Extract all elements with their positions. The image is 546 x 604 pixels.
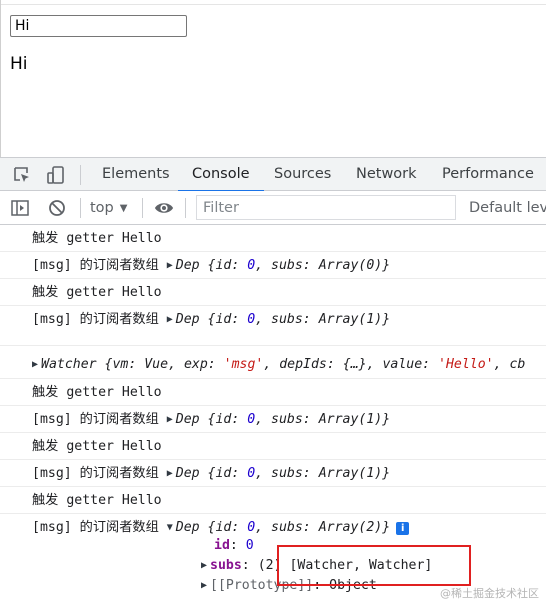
dropdown-caret-icon: ▼ (119, 203, 128, 214)
expand-triangle-icon: ▶ (201, 580, 208, 591)
expand-triangle-icon: ▶ (166, 414, 173, 425)
page-content: Hi (0, 0, 546, 157)
expand-triangle-icon: ▶ (201, 560, 208, 571)
console-message: 触发 getter Hello (0, 379, 546, 406)
log-levels-dropdown[interactable]: Default leve (469, 198, 546, 218)
dep-object[interactable]: ▶ Dep {id: 0, subs: Array(1)} (167, 412, 390, 427)
toolbar-separator (80, 198, 81, 218)
message-label: [msg] 的订阅者数组 (32, 412, 159, 427)
message-text: 触发 getter Hello (32, 231, 162, 246)
dep-object[interactable]: ▶ Dep {id: 0, subs: Array(0)} (167, 258, 390, 273)
console-message: 触发 getter Hello (0, 487, 546, 514)
toolbar-separator (185, 198, 186, 218)
highlight-box (277, 545, 471, 586)
message-text: 触发 getter Hello (32, 493, 162, 508)
tab-elements[interactable]: Elements (102, 158, 170, 191)
console-message: 触发 getter Hello (0, 225, 546, 252)
inspect-element-icon[interactable] (11, 164, 33, 186)
toolbar-separator (142, 198, 143, 218)
live-expression-eye-icon[interactable] (154, 198, 174, 218)
tab-performance[interactable]: Performance (442, 158, 534, 191)
top-divider (1, 4, 546, 5)
prop-id-row: id: 0 (214, 538, 254, 553)
filter-input[interactable] (197, 196, 455, 219)
message-label: [msg] 的订阅者数组 (32, 258, 159, 273)
dep-object[interactable]: ▶ Dep {id: 0, subs: Array(1)} (167, 466, 390, 481)
message-text: 触发 getter Hello (32, 385, 162, 400)
console-message: 触发 getter Hello (0, 279, 546, 306)
tab-separator (80, 165, 81, 185)
tab-console[interactable]: Console (178, 158, 264, 192)
console-message: [msg] 的订阅者数组 ▶ Dep {id: 0, subs: Array(1)… (0, 306, 546, 346)
device-toolbar-icon[interactable] (45, 164, 67, 186)
console-message: ▶ Watcher {vm: Vue, exp: 'msg', depIds: {… (0, 346, 546, 379)
message-label: [msg] 的订阅者数组 (32, 520, 159, 535)
expand-triangle-icon: ▶ (166, 260, 173, 271)
message-label: [msg] 的订阅者数组 (32, 312, 159, 327)
output-text: Hi (10, 54, 28, 74)
watcher-object[interactable]: ▶ Watcher {vm: Vue, exp: 'msg', depIds: {… (32, 357, 525, 372)
console-message: 触发 getter Hello (0, 433, 546, 460)
message-label: [msg] 的订阅者数组 (32, 466, 159, 481)
message-text: 触发 getter Hello (32, 439, 162, 454)
context-label: top (90, 200, 114, 216)
filter-box (196, 195, 456, 220)
sidebar-toggle-icon[interactable] (10, 198, 30, 218)
tab-sources[interactable]: Sources (274, 158, 331, 191)
dep-object[interactable]: ▶ Dep {id: 0, subs: Array(1)} (167, 312, 390, 327)
console-toolbar: top ▼ Default leve (0, 191, 546, 225)
collapse-triangle-icon: ▼ (166, 522, 173, 533)
tab-network[interactable]: Network (356, 158, 417, 191)
console-message: [msg] 的订阅者数组 ▶ Dep {id: 0, subs: Array(1)… (0, 406, 546, 433)
expand-triangle-icon: ▶ (166, 314, 173, 325)
message-text: 触发 getter Hello (32, 285, 162, 300)
context-selector[interactable]: top ▼ (90, 198, 127, 218)
clear-console-icon[interactable] (47, 198, 67, 218)
info-icon[interactable]: i (396, 522, 410, 535)
expand-triangle-icon: ▶ (166, 468, 173, 479)
devtools-tabbar: Elements Console Sources Network Perform… (0, 157, 546, 192)
console-message: [msg] 的订阅者数组 ▶ Dep {id: 0, subs: Array(0)… (0, 252, 546, 279)
expand-triangle-icon: ▶ (32, 359, 39, 370)
text-input[interactable] (10, 15, 187, 37)
watermark: @稀土掘金技术社区 (440, 587, 539, 600)
dep-object-expanded[interactable]: ▼ Dep {id: 0, subs: Array(2)} (167, 520, 390, 535)
console-message: [msg] 的订阅者数组 ▶ Dep {id: 0, subs: Array(1)… (0, 460, 546, 487)
